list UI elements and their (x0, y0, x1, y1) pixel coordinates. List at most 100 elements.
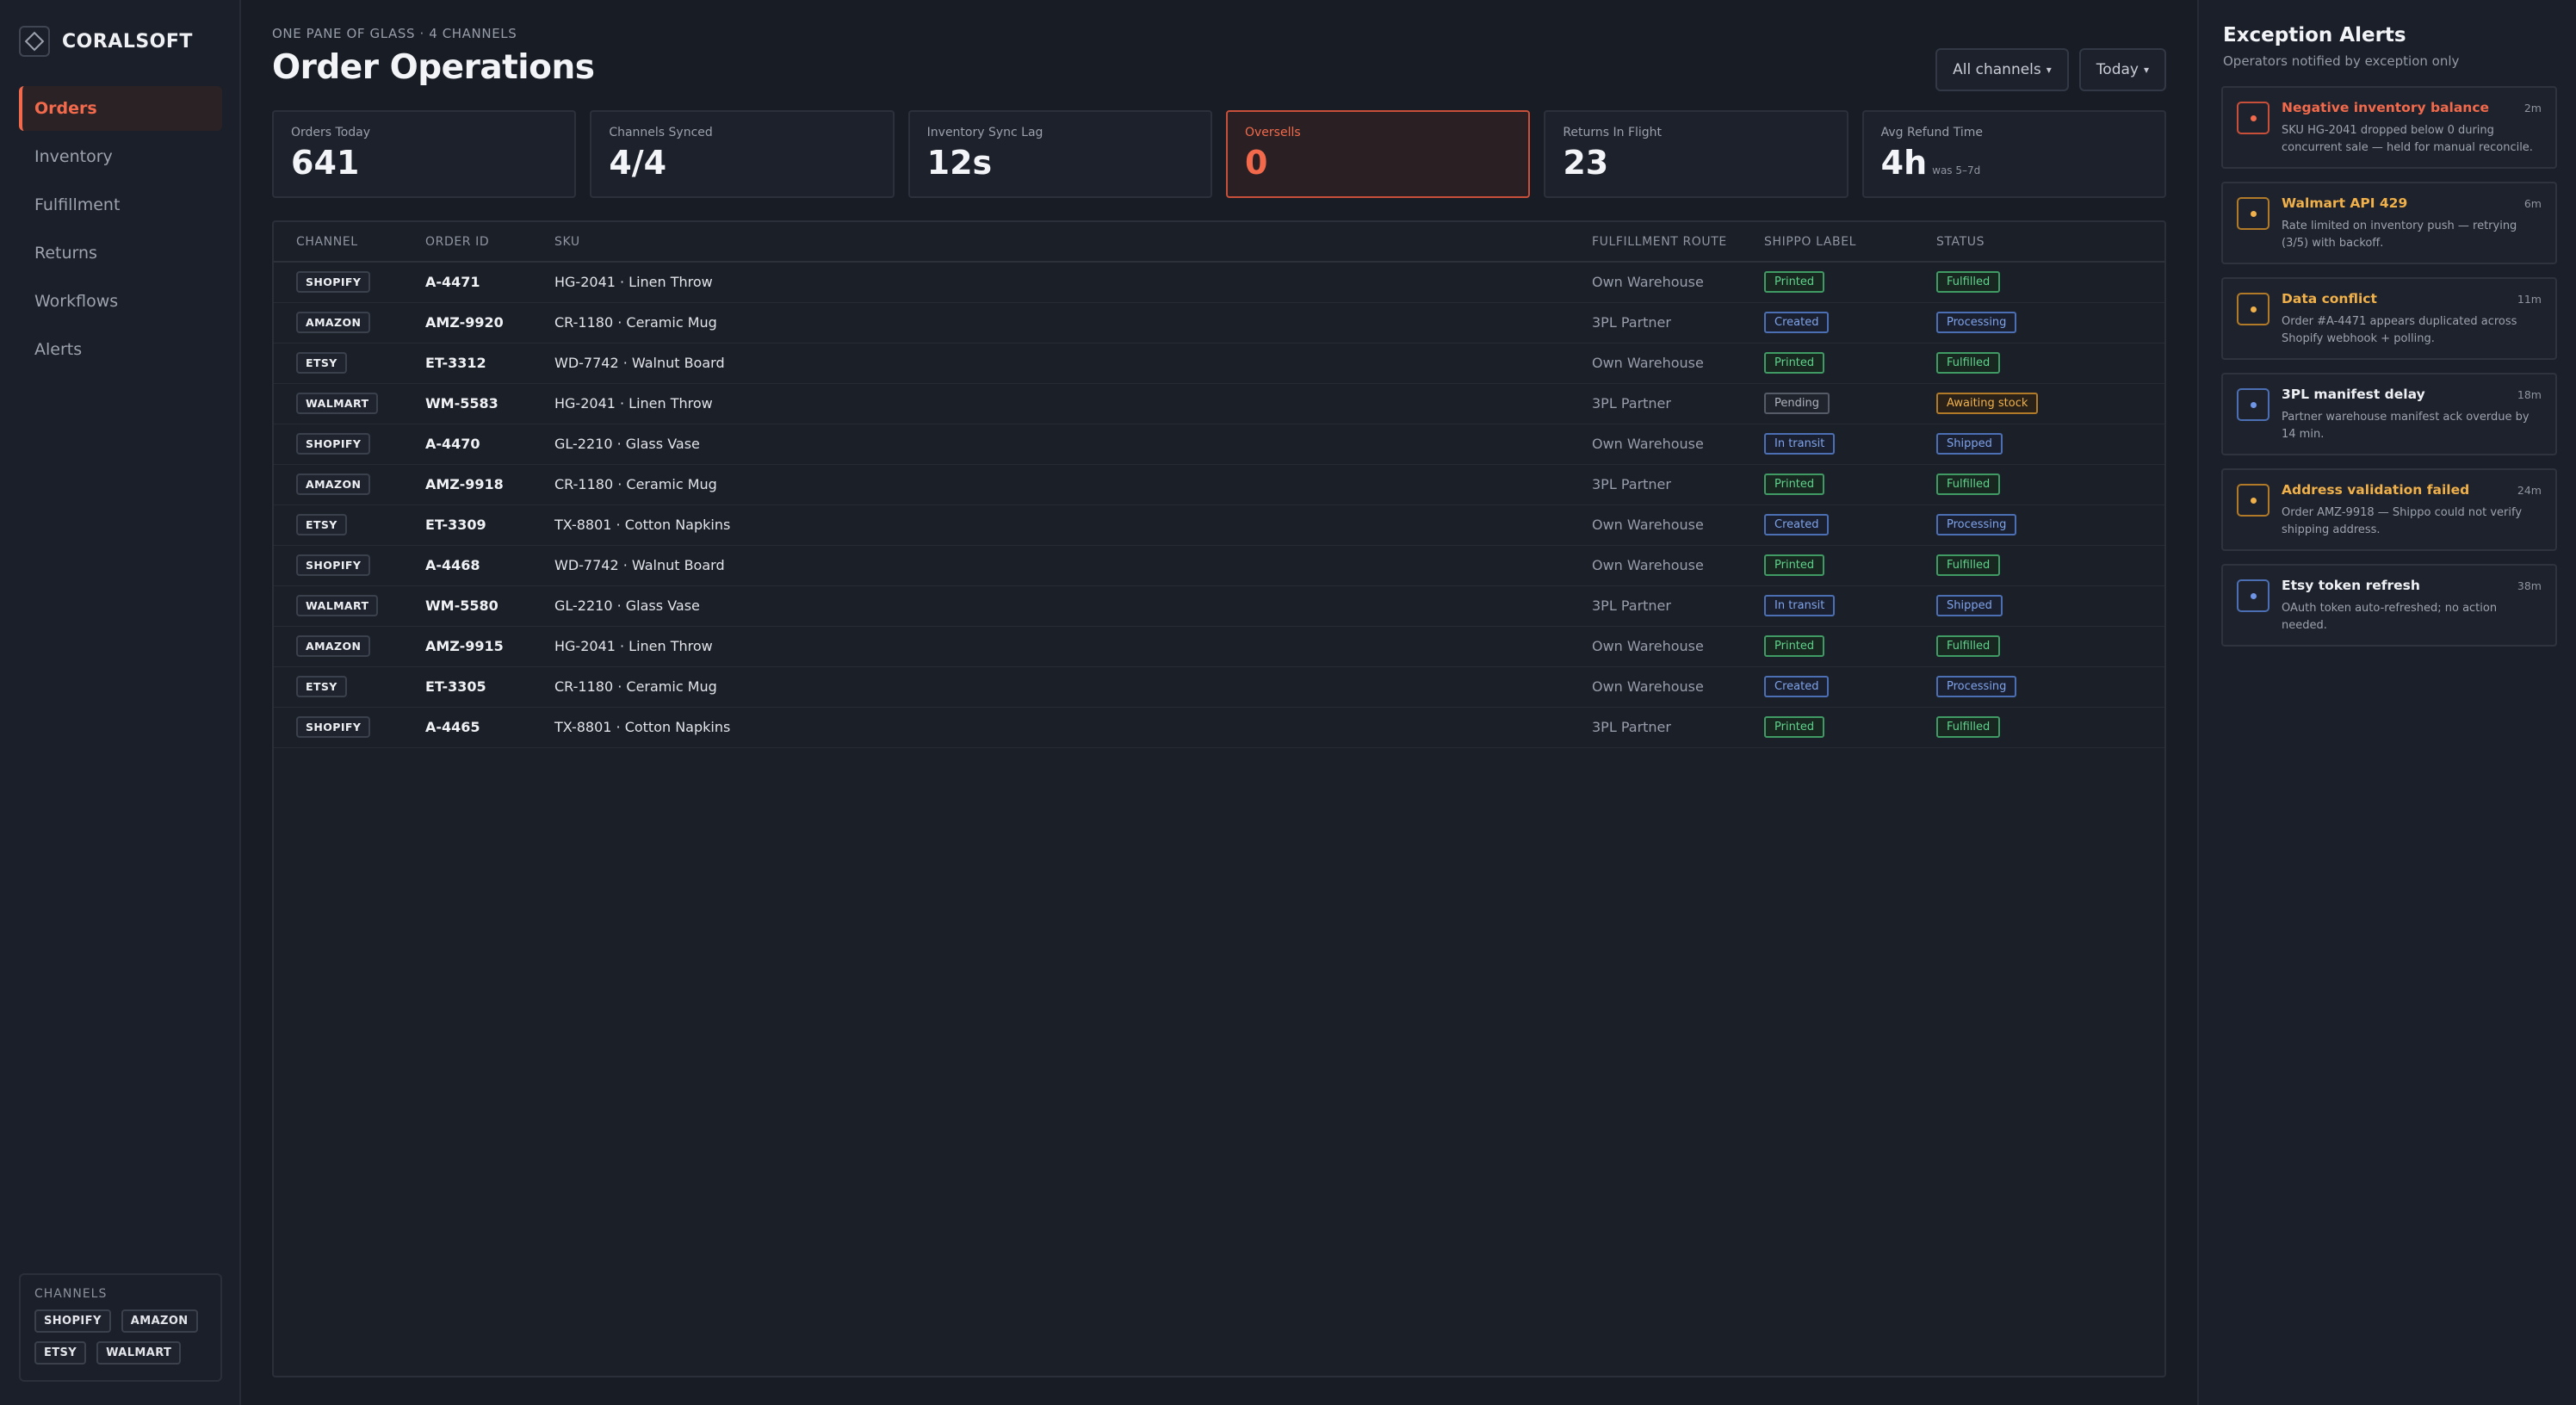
alert-card[interactable]: Walmart API 429 6m Rate limited on inven… (2221, 182, 2557, 264)
table-row[interactable]: SHOPIFY A-4471 HG-2041 · Linen Throw Own… (274, 262, 2164, 303)
status-badge: Shipped (1936, 433, 2003, 455)
cell-label: Created (1742, 302, 1914, 344)
cell-status: Fulfilled (1914, 626, 2164, 667)
shippo-label-badge: Printed (1764, 352, 1825, 374)
cell-status: Processing (1914, 504, 2164, 546)
cell-label: Pending (1742, 383, 1914, 424)
kpi-sub: was 5–7d (1932, 164, 1981, 176)
kpi-value: 4h was 5–7d (1881, 146, 2147, 179)
cell-order-id[interactable]: WM-5580 (403, 585, 532, 627)
cell-route: 3PL Partner (1570, 464, 1742, 505)
cell-order-id[interactable]: A-4471 (403, 262, 532, 303)
sidebar-item-fulfillment[interactable]: Fulfillment (19, 183, 222, 227)
kpi-returns-in-flight: Returns In Flight 23 (1544, 110, 1848, 198)
table-row[interactable]: SHOPIFY A-4470 GL-2210 · Glass Vase Own … (274, 424, 2164, 465)
kpi-orders-today: Orders Today 641 (272, 110, 577, 198)
table-row[interactable]: AMAZON AMZ-9920 CR-1180 · Ceramic Mug 3P… (274, 302, 2164, 344)
alert-title: Data conflict (2282, 291, 2377, 306)
kpi-value: 23 (1563, 144, 1609, 182)
cell-channel: SHOPIFY (274, 707, 403, 748)
brand[interactable]: CORALSOFT (19, 26, 193, 57)
cell-order-id[interactable]: ET-3312 (403, 343, 532, 384)
alert-card[interactable]: Negative inventory balance 2m SKU HG-204… (2221, 86, 2557, 169)
alert-card[interactable]: 3PL manifest delay 18m Partner warehouse… (2221, 373, 2557, 455)
column-header-fulfillment-route[interactable]: FULFILLMENT ROUTE (1570, 222, 1742, 263)
column-header-order-id[interactable]: ORDER ID (403, 222, 532, 263)
cell-order-id[interactable]: WM-5583 (403, 383, 532, 424)
cell-order-id[interactable]: A-4465 (403, 707, 532, 748)
alert-time: 2m (2523, 102, 2542, 115)
kpi-inventory-sync-lag: Inventory Sync Lag 12s (907, 110, 1212, 198)
cell-channel: WALMART (274, 383, 403, 424)
panel-title: Exception Alerts (2223, 24, 2406, 46)
column-header-sku[interactable]: SKU (532, 222, 1570, 263)
table-row[interactable]: WALMART WM-5583 HG-2041 · Linen Throw 3P… (274, 383, 2164, 424)
cell-route: Own Warehouse (1570, 504, 1742, 546)
table-row[interactable]: ETSY ET-3312 WD-7742 · Walnut Board Own … (274, 343, 2164, 384)
shippo-label-badge: Printed (1764, 716, 1825, 738)
cell-channel: WALMART (274, 585, 403, 627)
kpi-value: 4/4 (609, 144, 667, 182)
channel-chip-amazon[interactable]: AMAZON (121, 1309, 198, 1333)
table-row[interactable]: SHOPIFY A-4468 WD-7742 · Walnut Board Ow… (274, 545, 2164, 586)
shippo-label-badge: Printed (1764, 473, 1825, 495)
alert-title: 3PL manifest delay (2282, 387, 2425, 402)
cell-order-id[interactable]: ET-3309 (403, 504, 532, 546)
cell-order-id[interactable]: A-4470 (403, 424, 532, 465)
cell-status: Fulfilled (1914, 343, 2164, 384)
kpi-label: Oversells (1244, 126, 1301, 139)
cell-status: Awaiting stock (1914, 383, 2164, 424)
page-title: Order Operations (272, 48, 595, 87)
alert-card[interactable]: Etsy token refresh 38m OAuth token auto-… (2221, 564, 2557, 647)
sidebar-item-orders[interactable]: Orders (19, 86, 222, 131)
channel-chip-shopify[interactable]: SHOPIFY (34, 1309, 111, 1333)
kpi-label: Orders Today (291, 126, 371, 139)
sidebar-item-workflows[interactable]: Workflows (19, 279, 222, 324)
table-row[interactable]: ETSY ET-3305 CR-1180 · Ceramic Mug Own W… (274, 666, 2164, 708)
table-row[interactable]: AMAZON AMZ-9918 CR-1180 · Ceramic Mug 3P… (274, 464, 2164, 505)
table-row[interactable]: SHOPIFY A-4465 TX-8801 · Cotton Napkins … (274, 707, 2164, 748)
cell-channel: AMAZON (274, 302, 403, 344)
channel-badge: AMAZON (296, 635, 371, 657)
column-header-shippo-label[interactable]: SHIPPO LABEL (1742, 222, 1914, 263)
status-badge: Awaiting stock (1936, 393, 2039, 414)
cell-order-id[interactable]: AMZ-9915 (403, 626, 532, 667)
cell-order-id[interactable]: A-4468 (403, 545, 532, 586)
channel-chip-etsy[interactable]: ETSY (34, 1341, 87, 1365)
cell-route: Own Warehouse (1570, 343, 1742, 384)
alert-card[interactable]: Address validation failed 24m Order AMZ-… (2221, 468, 2557, 551)
cell-sku: CR-1180 · Ceramic Mug (532, 666, 1570, 708)
channel-filter-dropdown[interactable]: All channels ▾ (1935, 48, 2069, 91)
shippo-label-badge: Printed (1764, 271, 1825, 294)
cell-order-id[interactable]: AMZ-9918 (403, 464, 532, 505)
cell-status: Processing (1914, 666, 2164, 708)
alert-description: Order AMZ-9918 — Shippo could not verify… (2282, 506, 2523, 536)
shippo-label-badge: Created (1764, 312, 1830, 333)
sidebar-item-returns[interactable]: Returns (19, 231, 222, 275)
cell-sku: HG-2041 · Linen Throw (532, 626, 1570, 667)
column-header-channel[interactable]: CHANNEL (274, 222, 403, 263)
cell-label: Created (1742, 504, 1914, 546)
alert-dot-icon (2237, 293, 2269, 325)
table-row[interactable]: ETSY ET-3309 TX-8801 · Cotton Napkins Ow… (274, 504, 2164, 546)
status-badge: Fulfilled (1936, 352, 2001, 374)
column-header-status[interactable]: STATUS (1914, 222, 2164, 263)
alert-dot-icon (2237, 197, 2269, 230)
date-filter-dropdown[interactable]: Today ▾ (2078, 48, 2166, 91)
table-row[interactable]: WALMART WM-5580 GL-2210 · Glass Vase 3PL… (274, 585, 2164, 627)
channel-badge: ETSY (296, 352, 347, 374)
cell-order-id[interactable]: ET-3305 (403, 666, 532, 708)
alert-card[interactable]: Data conflict 11m Order #A-4471 appears … (2221, 277, 2557, 360)
diamond-logo-icon (19, 26, 50, 57)
status-badge: Processing (1936, 676, 2017, 697)
sidebar-item-inventory[interactable]: Inventory (19, 134, 222, 179)
cell-channel: ETSY (274, 666, 403, 708)
kpi-label: Returns In Flight (1563, 126, 1663, 139)
sidebar-item-alerts[interactable]: Alerts (19, 327, 222, 372)
kpi-oversells: Oversells 0 (1225, 110, 1531, 198)
cell-order-id[interactable]: AMZ-9920 (403, 302, 532, 344)
cell-status: Processing (1914, 302, 2164, 344)
shippo-label-badge: Created (1764, 514, 1830, 535)
channel-chip-walmart[interactable]: WALMART (96, 1341, 182, 1365)
table-row[interactable]: AMAZON AMZ-9915 HG-2041 · Linen Throw Ow… (274, 626, 2164, 667)
